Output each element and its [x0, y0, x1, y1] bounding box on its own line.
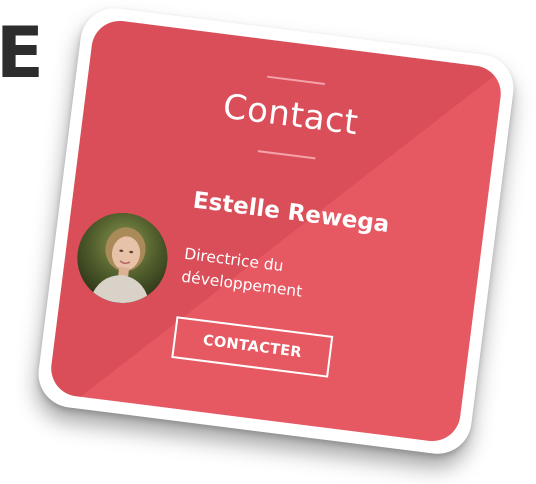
person-name: Estelle Rewega [191, 187, 391, 239]
heading-letter-fragment: E [0, 12, 44, 94]
title-rule-top [267, 75, 325, 85]
contact-card-frame: Contact Estelle Rewega Directrice du dév… [34, 4, 518, 458]
avatar [72, 207, 173, 309]
title-rule-bottom [257, 150, 316, 160]
contact-button[interactable]: CONTACTER [171, 316, 334, 378]
contact-card: Contact Estelle Rewega Directrice du dév… [47, 17, 505, 445]
portrait-photo-icon [72, 207, 173, 309]
person-role: Directrice du développement [180, 244, 304, 301]
page: E Contact Estelle Rewega Directrice du d… [0, 0, 536, 484]
section-title: Contact [220, 86, 361, 144]
